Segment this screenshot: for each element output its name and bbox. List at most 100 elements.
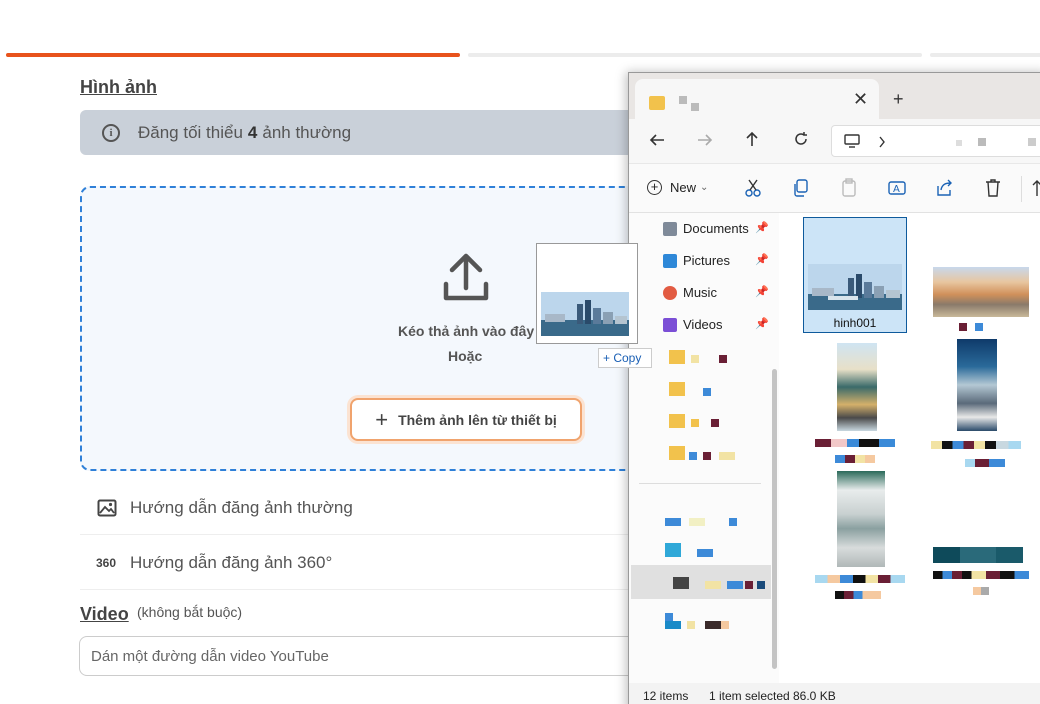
pixel-label bbox=[975, 323, 983, 331]
file-thumbnail bbox=[933, 267, 1029, 317]
guide-360-label: Hướng dẫn đăng ảnh 360° bbox=[130, 552, 333, 572]
rename-icon[interactable]: A bbox=[887, 178, 907, 198]
file-thumbnail bbox=[957, 339, 997, 431]
images-section-title: Hình ảnh bbox=[80, 77, 157, 97]
file-item-selected[interactable]: hinh001 bbox=[803, 217, 907, 333]
add-image-label: Thêm ảnh lên từ thiết bị bbox=[398, 411, 557, 428]
pixel-label bbox=[727, 581, 743, 589]
cut-icon[interactable] bbox=[743, 178, 763, 198]
pixel-label bbox=[973, 587, 989, 595]
nav-item-label: Pictures bbox=[683, 253, 730, 268]
pixel-label bbox=[815, 439, 895, 447]
page: Hình ảnh i Đăng tối thiểu 4 ảnh thường K… bbox=[0, 0, 1040, 704]
pixel-label bbox=[691, 355, 699, 363]
pixel-label bbox=[757, 581, 765, 589]
drag-copy-tooltip: + Copy bbox=[598, 348, 652, 368]
selection-size: 86.0 KB bbox=[793, 689, 836, 703]
videos-icon bbox=[663, 317, 677, 332]
nav-item-music[interactable]: Music bbox=[663, 285, 717, 300]
pin-icon: 📌 bbox=[755, 254, 769, 266]
back-arrow-icon[interactable] bbox=[649, 133, 665, 147]
add-image-from-device-button[interactable]: + Thêm ảnh lên từ thiết bị bbox=[350, 398, 582, 441]
selection-count: 1 item selected bbox=[709, 689, 790, 703]
plus-circle-icon: + bbox=[647, 180, 662, 195]
pixel-label bbox=[719, 355, 727, 363]
nav-item-pictures[interactable]: Pictures bbox=[663, 253, 730, 268]
music-icon bbox=[663, 285, 677, 300]
pixel-label bbox=[719, 452, 735, 460]
pixel-label bbox=[689, 452, 697, 460]
nav-item-documents[interactable]: Documents bbox=[663, 221, 749, 236]
city-thumbnail-image bbox=[541, 292, 629, 336]
address-bar[interactable] bbox=[831, 125, 1040, 157]
file-thumbnail bbox=[837, 343, 877, 431]
pc-icon bbox=[673, 577, 689, 589]
city-thumbnail-image bbox=[808, 264, 902, 310]
info-suffix: ảnh thường bbox=[262, 122, 352, 142]
pixel-label bbox=[959, 323, 967, 331]
nav-scrollbar[interactable] bbox=[772, 369, 777, 669]
info-count: 4 bbox=[247, 122, 258, 142]
tab-title-pixel bbox=[691, 103, 699, 111]
nav-item-videos[interactable]: Videos bbox=[663, 317, 723, 332]
copy-icon[interactable] bbox=[791, 178, 811, 198]
share-icon[interactable] bbox=[935, 178, 955, 198]
pixel-label bbox=[835, 591, 881, 599]
delete-icon[interactable] bbox=[983, 178, 1003, 198]
pixel-label bbox=[687, 621, 695, 629]
pin-icon: 📌 bbox=[755, 318, 769, 330]
guide-360-photo-link[interactable]: 360 Hướng dẫn đăng ảnh 360° bbox=[80, 536, 680, 590]
video-section-title: Video bbox=[80, 604, 129, 624]
folder-icon[interactable] bbox=[669, 414, 685, 428]
folder-icon[interactable] bbox=[669, 382, 685, 396]
info-icon: i bbox=[102, 123, 120, 142]
network-icon[interactable] bbox=[665, 543, 681, 557]
progress-step-2 bbox=[468, 53, 922, 57]
pixel-label bbox=[691, 419, 699, 427]
linux-icon[interactable] bbox=[665, 613, 673, 621]
explorer-tab[interactable]: ✕ bbox=[635, 79, 879, 119]
up-arrow-icon[interactable] bbox=[745, 131, 759, 147]
pixel-label bbox=[705, 621, 721, 629]
new-label: New bbox=[670, 180, 697, 195]
file-grid: hinh001 bbox=[779, 213, 1040, 683]
address-pixel bbox=[1028, 138, 1036, 146]
info-prefix: Đăng tối thiểu bbox=[138, 122, 243, 142]
progress-step-1-active bbox=[6, 53, 460, 57]
pixel-label bbox=[745, 581, 753, 589]
sort-icon[interactable] bbox=[1031, 178, 1040, 198]
chevron-right-icon bbox=[879, 136, 885, 148]
nav-item-label: Documents bbox=[683, 221, 749, 236]
file-thumbnail bbox=[837, 471, 885, 567]
explorer-titlebar: ✕ + bbox=[629, 73, 1040, 119]
youtube-url-input[interactable] bbox=[79, 636, 699, 676]
new-tab-icon[interactable]: + bbox=[893, 89, 904, 110]
documents-icon bbox=[663, 221, 677, 236]
forward-arrow-icon[interactable] bbox=[697, 133, 713, 147]
file-thumbnail bbox=[933, 547, 1023, 563]
or-label: Hoặc bbox=[448, 348, 483, 364]
360-icon: 360 bbox=[96, 555, 117, 570]
paste-icon[interactable] bbox=[839, 178, 859, 198]
pixel-label bbox=[697, 549, 713, 557]
pixel-label bbox=[835, 455, 875, 463]
upload-icon bbox=[443, 253, 489, 301]
drive-icon[interactable] bbox=[665, 518, 681, 526]
refresh-icon[interactable] bbox=[793, 131, 809, 147]
plus-icon: + bbox=[375, 406, 389, 432]
folder-icon[interactable] bbox=[669, 350, 685, 364]
pixel-label bbox=[815, 575, 905, 583]
guide-normal-photo-link[interactable]: Hướng dẫn đăng ảnh thường bbox=[80, 481, 680, 535]
pin-icon: 📌 bbox=[755, 222, 769, 234]
nav-item-label: Music bbox=[683, 285, 717, 300]
nav-divider bbox=[639, 483, 761, 484]
pixel-label bbox=[705, 581, 721, 589]
new-item-button[interactable]: + New ⌄ bbox=[647, 180, 708, 195]
file-name: hinh001 bbox=[833, 316, 877, 330]
close-tab-icon[interactable]: ✕ bbox=[853, 89, 868, 110]
folder-icon[interactable] bbox=[669, 446, 685, 460]
explorer-navbar bbox=[629, 119, 1040, 163]
toolbar-divider bbox=[1021, 176, 1022, 202]
pixel-label bbox=[931, 441, 1021, 449]
linux-icon bbox=[665, 621, 681, 629]
